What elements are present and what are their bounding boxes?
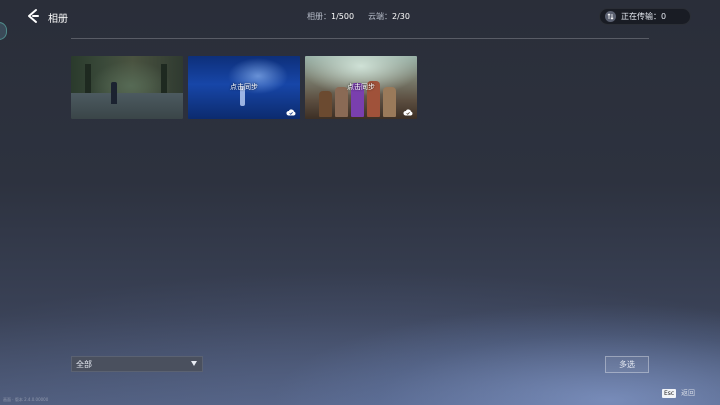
side-panel-handle[interactable] [0,22,7,40]
album-count-label: 相册： [307,12,331,21]
page-title: 相册 [48,14,68,25]
filter-dropdown[interactable]: 全部 [71,356,203,372]
transfer-value: 0 [661,12,667,21]
cloud-check-icon [286,109,296,116]
photo-thumbnail[interactable] [71,56,183,119]
album-count: 相册：1/500 [307,11,354,22]
cloud-count-value: 2/30 [392,12,410,21]
header-divider [71,38,649,39]
multi-select-button[interactable]: 多选 [605,356,649,373]
scene-pillar [85,64,91,94]
esc-key-hint[interactable]: Esc [662,389,677,398]
cloud-check-icon [403,109,413,116]
album-count-value: 1/500 [331,12,355,21]
photo-grid: 点击同步 点击同步 [71,56,417,119]
sync-label: 点击同步 [230,83,258,91]
transfer-label: 正在传输： [621,12,661,21]
photo-thumbnail[interactable]: 点击同步 [188,56,300,119]
back-hint-label: 返回 [681,389,695,397]
version-text: 画面 · 版本 2.4.0.00000 [3,397,49,402]
transfer-arrows-icon [605,11,616,22]
scene-figure [111,82,117,104]
photo-thumbnail[interactable]: 点击同步 [305,56,417,119]
cloud-count-label: 云端： [368,12,392,21]
transfer-status-button[interactable]: 正在传输： 0 [599,8,691,25]
back-icon[interactable] [24,7,42,25]
scene-character [319,91,332,117]
scene-pillar [161,64,167,94]
sync-label: 点击同步 [347,83,375,91]
filter-value: 全部 [76,359,92,369]
triangle-down-icon [191,361,197,366]
scene-floor [71,93,183,119]
cloud-count: 云端：2/30 [368,11,410,22]
